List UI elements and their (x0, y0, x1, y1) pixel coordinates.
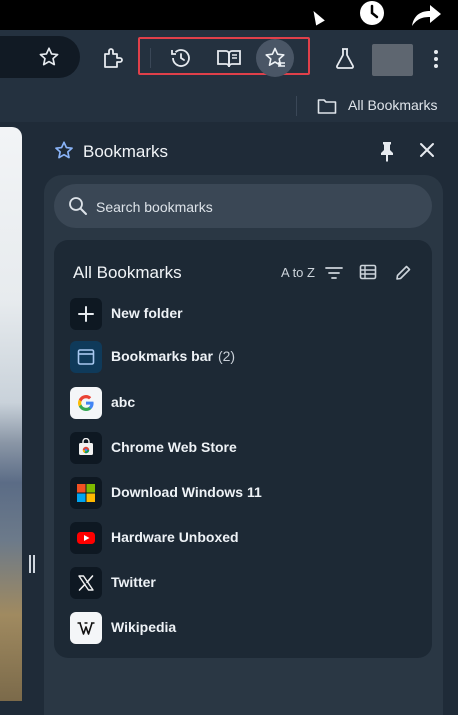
list-view-icon[interactable] (359, 263, 377, 281)
list-item-label: Wikipedia (111, 619, 177, 635)
search-icon (69, 197, 87, 215)
mouse-cursor-icon (309, 8, 325, 26)
bookmarks-bar: All Bookmarks (0, 90, 458, 122)
os-top-strip (0, 0, 458, 30)
windows-logo-icon (70, 477, 102, 509)
sort-button[interactable]: A to Z (281, 265, 315, 280)
x-logo-icon (70, 567, 102, 599)
list-item-label: Hardware Unboxed (111, 529, 239, 545)
list-item-label: Twitter (111, 574, 156, 590)
history-icon[interactable] (169, 46, 193, 70)
bookmarks-bar-label: Bookmarks bar (111, 348, 213, 364)
side-panel-title: Bookmarks (83, 142, 169, 161)
bookmark-item-abc[interactable]: abc (70, 387, 410, 419)
pin-icon[interactable] (378, 140, 396, 162)
list-item-label: Download Windows 11 (111, 484, 262, 500)
item-count: (2) (217, 348, 236, 364)
list-item-label: Chrome Web Store (111, 439, 237, 455)
chrome-web-store-icon (70, 432, 102, 464)
all-bookmarks-link[interactable]: All Bookmarks (348, 97, 437, 113)
bookmarks-bar-folder-icon (70, 341, 102, 373)
folder-icon[interactable] (317, 97, 337, 115)
close-icon[interactable] (418, 141, 436, 159)
extensions-icon[interactable] (101, 46, 125, 70)
plus-icon (70, 298, 102, 330)
all-bookmarks-heading: All Bookmarks (73, 263, 182, 282)
new-folder-item[interactable]: New folder (70, 298, 410, 330)
bookmark-item-chrome-web-store[interactable]: Chrome Web Store (70, 432, 410, 464)
address-bar[interactable] (0, 36, 80, 78)
bookmarks-bar-folder-item[interactable]: Bookmarks bar (2) (70, 341, 410, 373)
sort-lines-icon[interactable] (325, 266, 343, 280)
list-item-label: abc (111, 394, 136, 410)
edit-pencil-icon[interactable] (395, 263, 411, 281)
google-icon (70, 387, 102, 419)
bookmark-item-twitter[interactable]: Twitter (70, 567, 410, 599)
youtube-icon (70, 522, 102, 554)
search-box[interactable] (54, 184, 432, 228)
browser-toolbar (0, 30, 458, 90)
list-item-label: Bookmarks bar (2) (111, 348, 235, 364)
share-arrow-icon (412, 5, 441, 26)
more-menu-icon[interactable] (430, 47, 442, 71)
list-item-label: New folder (111, 305, 183, 321)
bookmark-item-download-windows-11[interactable]: Download Windows 11 (70, 477, 410, 509)
clock-icon (360, 1, 384, 25)
bookmarks-side-panel-button[interactable] (256, 39, 294, 77)
toolbar-separator (150, 48, 151, 68)
reading-list-icon[interactable] (216, 46, 242, 70)
wikipedia-icon (70, 612, 102, 644)
star-list-icon (265, 47, 285, 67)
side-panel-resize-handle[interactable] (29, 555, 35, 573)
bookmark-item-hardware-unboxed[interactable]: Hardware Unboxed (70, 522, 410, 554)
bookmarks-star-icon (55, 141, 73, 159)
bookmark-star-icon[interactable] (38, 46, 60, 68)
bookmarks-bar-divider (296, 96, 297, 116)
bookmark-item-wikipedia[interactable]: Wikipedia (70, 612, 410, 644)
web-page-content (0, 127, 22, 701)
labs-flask-icon[interactable] (334, 46, 356, 70)
search-bookmarks-input[interactable] (94, 196, 418, 218)
profile-avatar[interactable] (372, 44, 413, 76)
